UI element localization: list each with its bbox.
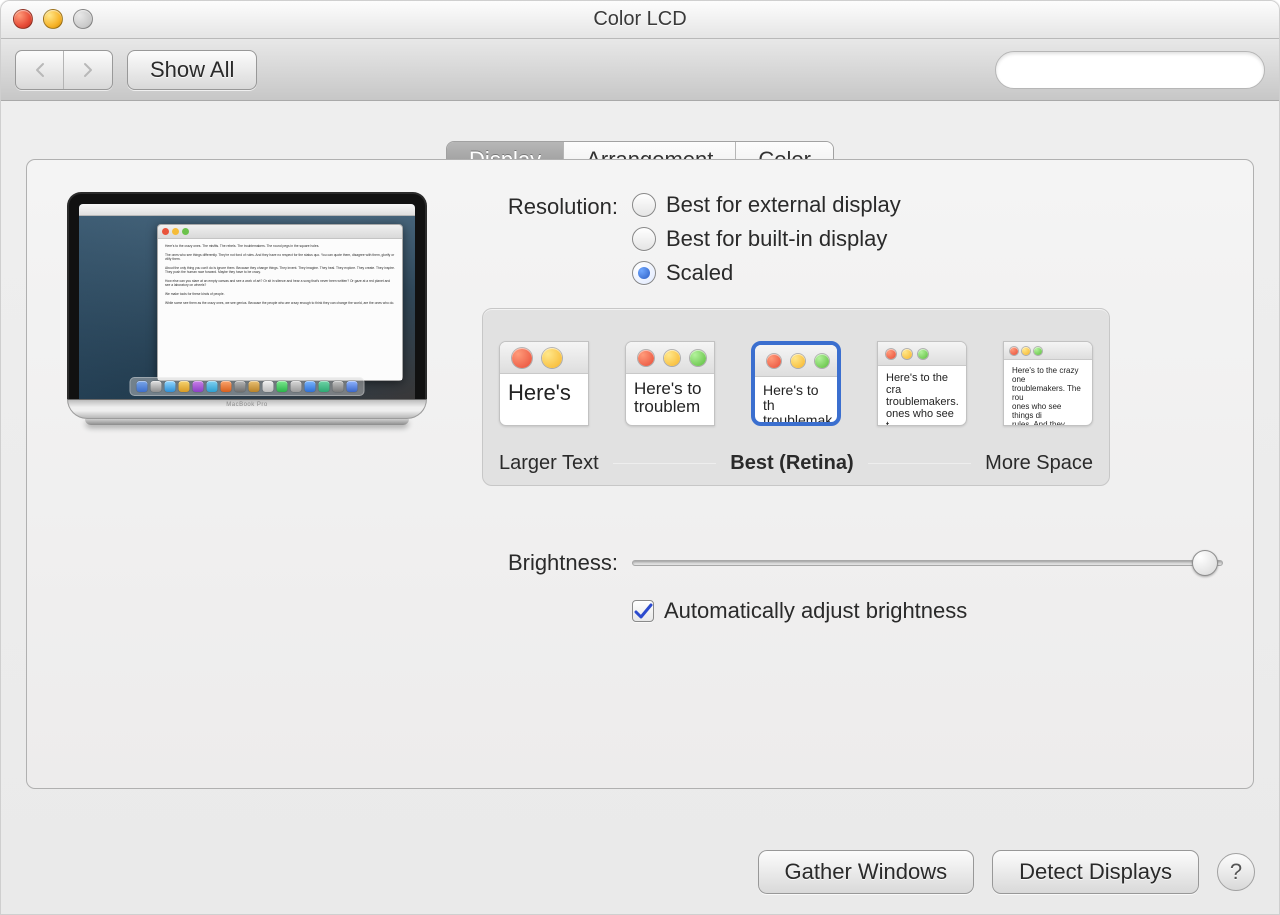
brightness-label: Brightness: xyxy=(487,550,632,576)
thumb-text: Here's to th troublemak ones who s xyxy=(755,377,837,426)
check-icon xyxy=(633,601,653,621)
help-button[interactable]: ? xyxy=(1217,853,1255,891)
radio-icon xyxy=(632,193,656,217)
brightness-row: Brightness: xyxy=(487,550,1223,576)
more-space-label: More Space xyxy=(985,452,1093,475)
search-field-container[interactable] xyxy=(995,51,1265,89)
resolution-radios: Best for external display Best for built… xyxy=(632,192,901,286)
textedit-window-illustration: Here's to the crazy ones. The misfits. T… xyxy=(157,224,403,381)
res-thumb-1[interactable]: Here's xyxy=(499,341,589,426)
zoom-button[interactable] xyxy=(73,9,93,29)
forward-button[interactable] xyxy=(64,51,112,89)
res-thumb-2[interactable]: Here's to troublem xyxy=(625,341,715,426)
laptop-hinge xyxy=(67,399,427,419)
resolution-thumbnails: Here's Here's to troublem Here's to th t… xyxy=(499,323,1093,444)
titlebar: Color LCD xyxy=(1,1,1279,39)
traffic-lights xyxy=(13,9,93,29)
toolbar: Show All xyxy=(1,39,1279,101)
search-input[interactable] xyxy=(1016,58,1252,81)
back-button[interactable] xyxy=(16,51,64,89)
chevron-right-icon xyxy=(80,62,96,78)
resolution-label: Resolution: xyxy=(487,192,632,220)
tab-panel: Here's to the crazy ones. The misfits. T… xyxy=(26,159,1254,789)
prefs-window: Color LCD Show All Display Arrangement C… xyxy=(0,0,1280,915)
close-button[interactable] xyxy=(13,9,33,29)
footer: Gather Windows Detect Displays ? xyxy=(1,829,1279,914)
slider-knob[interactable] xyxy=(1192,550,1218,576)
auto-brightness-row[interactable]: Automatically adjust brightness xyxy=(632,598,1223,624)
content-area: Display Arrangement Color xyxy=(1,101,1279,809)
radio-label: Best for external display xyxy=(666,192,901,218)
menubar-illustration xyxy=(79,204,415,216)
thumb-text: Here's to troublem xyxy=(626,374,714,422)
res-thumb-4[interactable]: Here's to the cra troublemakers. ones wh… xyxy=(877,341,967,426)
checkbox-icon xyxy=(632,600,654,622)
textedit-body: Here's to the crazy ones. The misfits. T… xyxy=(158,239,402,380)
nav-back-forward xyxy=(15,50,113,90)
radio-label: Best for built-in display xyxy=(666,226,887,252)
divider xyxy=(868,463,972,464)
brightness-slider[interactable] xyxy=(632,551,1223,575)
minimize-button[interactable] xyxy=(43,9,63,29)
best-retina-label: Best (Retina) xyxy=(730,452,853,475)
radio-icon xyxy=(632,227,656,251)
res-thumb-3-selected[interactable]: Here's to th troublemak ones who s xyxy=(751,341,841,426)
larger-text-label: Larger Text xyxy=(499,452,599,475)
window-title: Color LCD xyxy=(1,8,1279,31)
laptop-base xyxy=(85,419,409,425)
radio-best-external[interactable]: Best for external display xyxy=(632,192,901,218)
settings-column: Resolution: Best for external display Be… xyxy=(487,192,1223,624)
laptop-illustration: Here's to the crazy ones. The misfits. T… xyxy=(67,192,427,425)
thumb-text: Here's to the crazy one troublemakers. T… xyxy=(1004,360,1092,426)
radio-label: Scaled xyxy=(666,260,733,286)
radio-scaled[interactable]: Scaled xyxy=(632,260,901,286)
radio-best-builtin[interactable]: Best for built-in display xyxy=(632,226,901,252)
scale-labels: Larger Text Best (Retina) More Space xyxy=(499,452,1093,475)
chevron-left-icon xyxy=(32,62,48,78)
show-all-button[interactable]: Show All xyxy=(127,50,257,90)
divider xyxy=(613,463,717,464)
dock-illustration xyxy=(130,377,365,396)
scaled-resolution-panel: Here's Here's to troublem Here's to th t… xyxy=(482,308,1110,486)
slider-track xyxy=(632,560,1223,566)
gather-windows-button[interactable]: Gather Windows xyxy=(758,850,975,894)
auto-brightness-label: Automatically adjust brightness xyxy=(664,598,967,624)
thumb-text: Here's to the cra troublemakers. ones wh… xyxy=(878,366,966,426)
detect-displays-button[interactable]: Detect Displays xyxy=(992,850,1199,894)
display-preview: Here's to the crazy ones. The misfits. T… xyxy=(57,192,437,624)
thumb-text: Here's xyxy=(500,374,588,412)
radio-icon xyxy=(632,261,656,285)
res-thumb-5[interactable]: Here's to the crazy one troublemakers. T… xyxy=(1003,341,1093,426)
